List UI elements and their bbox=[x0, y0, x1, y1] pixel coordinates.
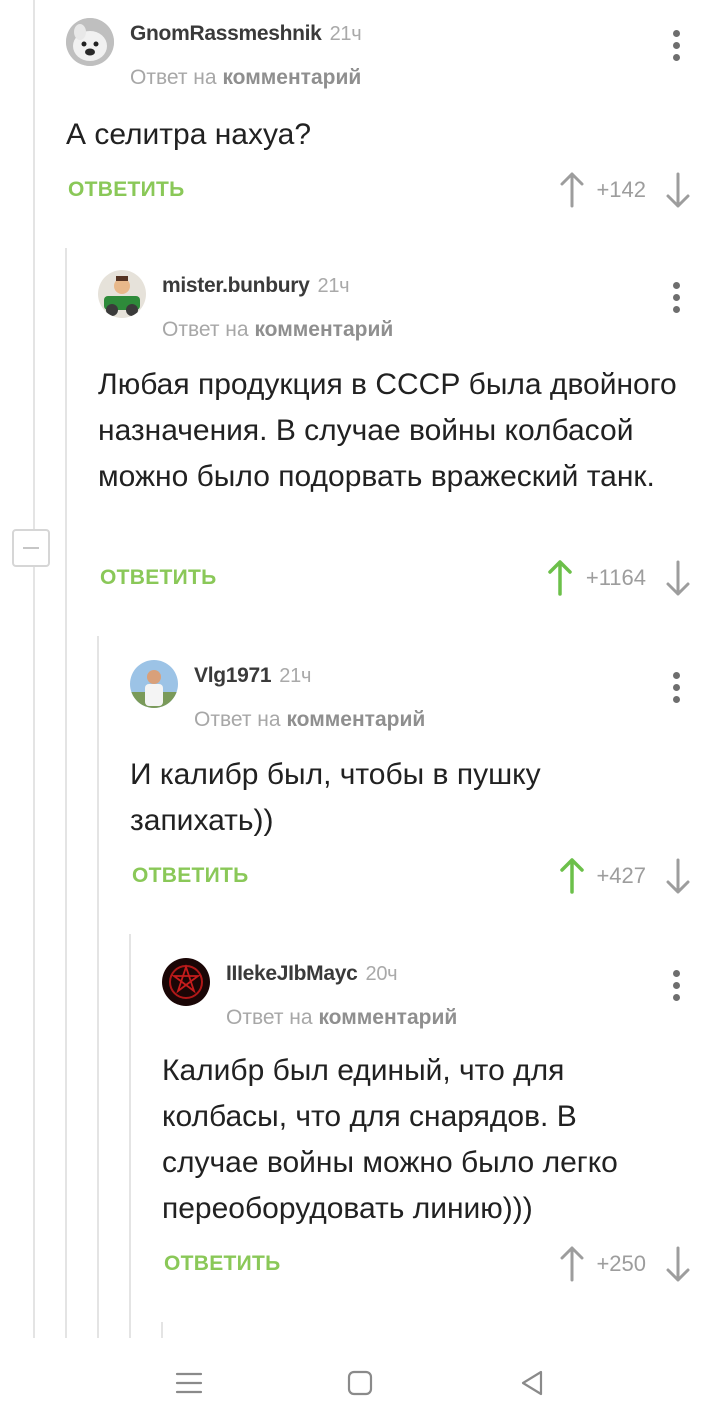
collapse-thread-button[interactable] bbox=[12, 529, 50, 567]
comment-time: 21ч bbox=[317, 275, 350, 297]
reply-button[interactable]: ОТВЕТИТЬ bbox=[132, 864, 249, 888]
reply-meta: Ответ на комментарий bbox=[194, 708, 425, 732]
back-triangle-icon[interactable] bbox=[515, 1366, 549, 1400]
reply-button[interactable]: ОТВЕТИТЬ bbox=[100, 566, 217, 590]
arrow-down-icon[interactable] bbox=[664, 558, 692, 598]
arrow-down-icon[interactable] bbox=[664, 856, 692, 896]
reply-prefix: Ответ на bbox=[194, 708, 281, 731]
thread-line-level-2 bbox=[97, 636, 99, 1338]
thread-line-level-1 bbox=[65, 248, 67, 1338]
arrow-down-icon[interactable] bbox=[664, 1244, 692, 1284]
reply-prefix: Ответ на bbox=[162, 318, 249, 341]
vote-controls: +250 bbox=[542, 1244, 692, 1284]
reply-meta: Ответ на комментарий bbox=[162, 318, 393, 342]
comment: GnomRassmeshnik 21ч Ответ на комментарий … bbox=[66, 18, 720, 218]
arrow-up-icon[interactable] bbox=[558, 1244, 586, 1284]
username[interactable]: mister.bunbury 21ч bbox=[162, 274, 350, 298]
arrow-down-icon[interactable] bbox=[664, 170, 692, 210]
avatar[interactable] bbox=[130, 660, 178, 708]
comment-text: Калибр был единый, что для колбасы, что … bbox=[162, 1054, 618, 1225]
username-text[interactable]: GnomRassmeshnik bbox=[130, 22, 322, 45]
reply-button[interactable]: ОТВЕТИТЬ bbox=[68, 178, 185, 202]
vote-controls: +142 bbox=[542, 170, 692, 210]
reply-meta: Ответ на комментарий bbox=[130, 66, 361, 90]
more-icon[interactable] bbox=[664, 30, 688, 62]
reply-target-link[interactable]: комментарий bbox=[254, 318, 393, 341]
vote-score: +250 bbox=[596, 1251, 646, 1276]
vote-score: +1164 bbox=[585, 565, 646, 590]
thread-line-level-0 bbox=[33, 0, 35, 1338]
username[interactable]: Vlg1971 21ч bbox=[194, 664, 311, 688]
username-text[interactable]: IIIekeJIbMayc bbox=[226, 962, 358, 985]
more-icon[interactable] bbox=[664, 282, 688, 314]
username[interactable]: IIIekeJIbMayc 20ч bbox=[226, 962, 398, 986]
vote-score: +427 bbox=[596, 863, 646, 888]
username[interactable]: GnomRassmeshnik 21ч bbox=[130, 22, 362, 46]
reply-button[interactable]: ОТВЕТИТЬ bbox=[164, 1252, 281, 1276]
reply-target-link[interactable]: комментарий bbox=[318, 1006, 457, 1029]
arrow-up-icon[interactable] bbox=[558, 856, 586, 896]
username-text[interactable]: Vlg1971 bbox=[194, 664, 272, 687]
comment-text: Любая продукция в СССР была двойного наз… bbox=[98, 368, 677, 493]
more-icon[interactable] bbox=[664, 970, 688, 1002]
comment-time: 21ч bbox=[279, 665, 312, 687]
reply-prefix: Ответ на bbox=[130, 66, 217, 89]
reply-prefix: Ответ на bbox=[226, 1006, 313, 1029]
thread-line-level-4 bbox=[161, 1322, 163, 1338]
vote-score: +142 bbox=[596, 177, 646, 202]
avatar[interactable] bbox=[66, 18, 114, 66]
avatar[interactable] bbox=[98, 270, 146, 318]
comment: IIIekeJIbMayc 20ч Ответ на комментарий Ка… bbox=[162, 958, 720, 1298]
menu-icon[interactable] bbox=[172, 1366, 206, 1400]
arrow-up-icon[interactable] bbox=[558, 170, 586, 210]
reply-meta: Ответ на комментарий bbox=[226, 1006, 457, 1030]
comment: Vlg1971 21ч Ответ на комментарий И калибр… bbox=[130, 660, 720, 900]
reply-target-link[interactable]: комментарий bbox=[286, 708, 425, 731]
reply-target-link[interactable]: комментарий bbox=[222, 66, 361, 89]
vote-controls: +1164 bbox=[532, 558, 692, 598]
comment-text: И калибр был, чтобы в пушку запихать)) bbox=[130, 758, 541, 837]
system-navigation-bar bbox=[0, 1338, 720, 1426]
home-square-icon[interactable] bbox=[343, 1366, 377, 1400]
comment: mister.bunbury 21ч Ответ на комментарий Л… bbox=[98, 270, 720, 610]
username-text[interactable]: mister.bunbury bbox=[162, 274, 310, 297]
arrow-up-icon[interactable] bbox=[546, 558, 574, 598]
vote-controls: +427 bbox=[542, 856, 692, 896]
more-icon[interactable] bbox=[664, 672, 688, 704]
comment-text: А селитра нахуа? bbox=[66, 118, 312, 151]
thread-line-level-3 bbox=[129, 934, 131, 1338]
comment-time: 20ч bbox=[365, 963, 398, 985]
comment-time: 21ч bbox=[329, 23, 362, 45]
avatar[interactable] bbox=[162, 958, 210, 1006]
